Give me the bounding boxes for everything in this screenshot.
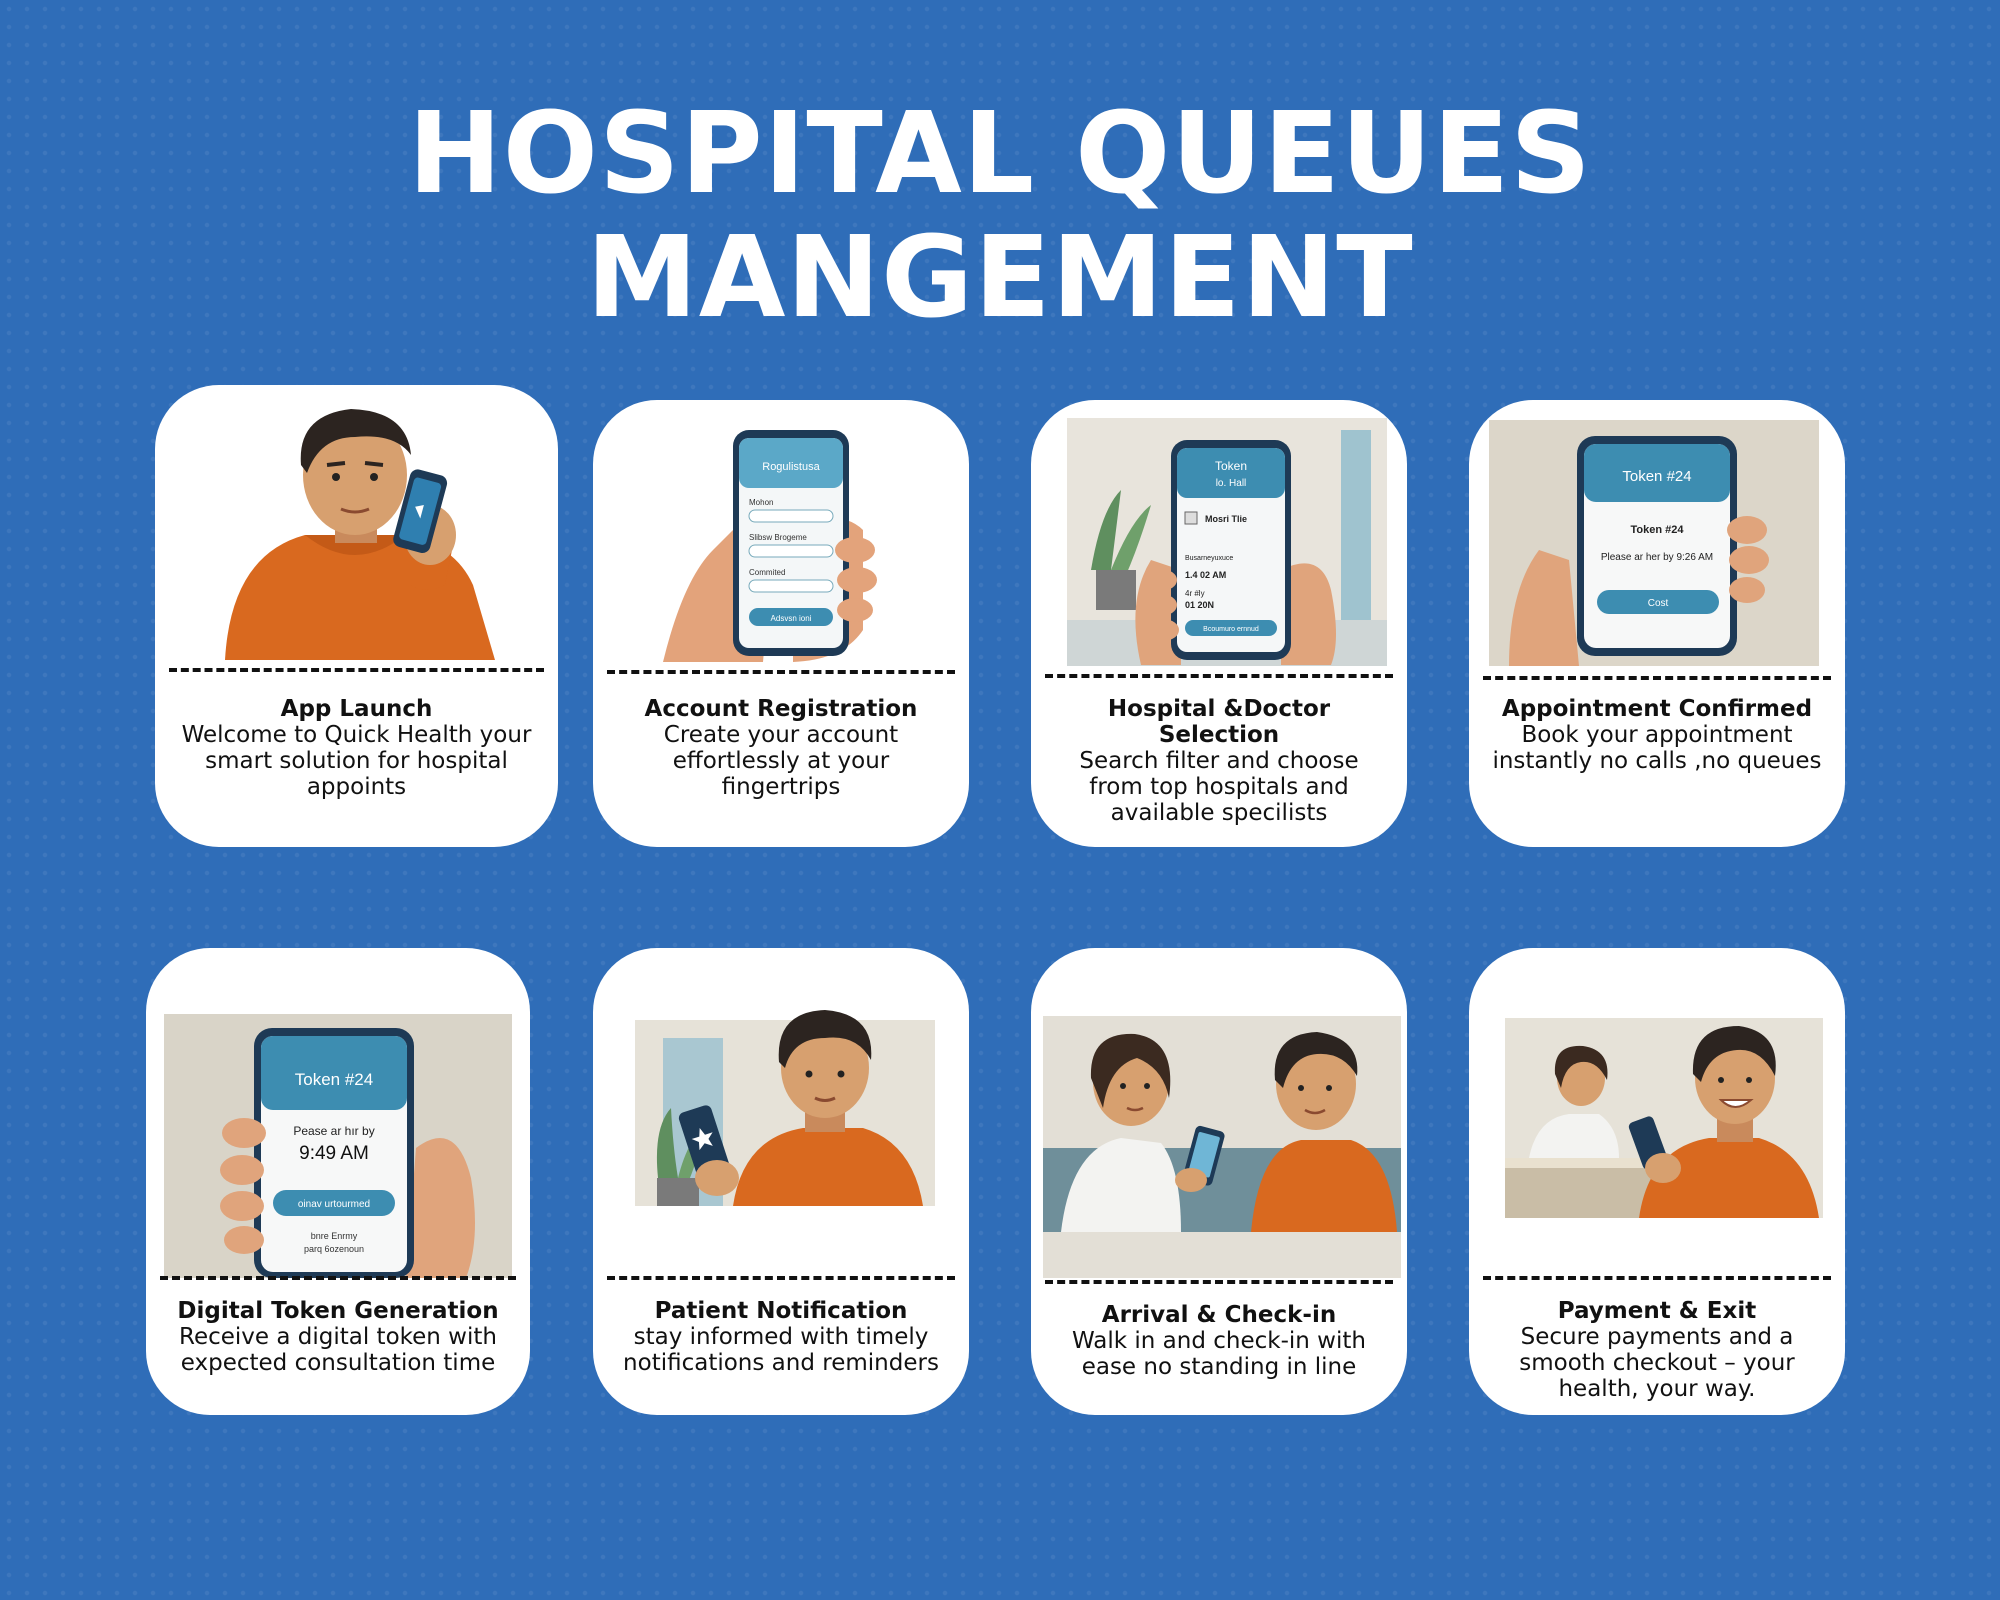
title-line-1: HOSPITAL QUEUES bbox=[408, 89, 1592, 219]
card-divider bbox=[160, 1276, 516, 1280]
card-patient-notification: Patient Notification stay informed with … bbox=[593, 948, 969, 1415]
card-title: Payment & Exit bbox=[1557, 1298, 1757, 1324]
phone-item: Busarneyuxuce bbox=[1185, 555, 1233, 562]
phone-button: Adsvsn ioni bbox=[771, 614, 812, 623]
card-title: Arrival & Check-in bbox=[1101, 1302, 1337, 1328]
card-caption: Digital Token Generation Receive a digit… bbox=[166, 1298, 510, 1376]
page-title: HOSPITAL QUEUES MANGEMENT bbox=[0, 92, 2000, 340]
card-description: Secure payments and a smooth checkout – … bbox=[1519, 1324, 1795, 1402]
phone-footer: parq 6ozenoun bbox=[304, 1244, 364, 1254]
card-divider bbox=[607, 670, 955, 674]
phone-footer: bnre Enrmy bbox=[311, 1231, 358, 1241]
phone-item: 4r #ly bbox=[1185, 589, 1205, 598]
card-description: Walk in and check-in with ease no standi… bbox=[1072, 1328, 1366, 1380]
card-caption: Patient Notification stay informed with … bbox=[613, 1298, 949, 1376]
card-title: Hospital &Doctor Selection bbox=[1107, 696, 1331, 748]
hands-holding-phone-selection-illustration: Token lo. Hall Mosri Tlie Busarneyuxuce … bbox=[1031, 400, 1407, 670]
card-title: Appointment Confirmed bbox=[1501, 696, 1813, 722]
phone-field-label: Mohon bbox=[749, 498, 773, 507]
card-description: Book your appointment instantly no calls… bbox=[1492, 722, 1822, 774]
card-description: Receive a digital token with expected co… bbox=[179, 1324, 497, 1376]
card-caption: Appointment Confirmed Book your appointm… bbox=[1489, 696, 1825, 774]
card-divider bbox=[169, 668, 544, 672]
hand-holding-phone-confirmed-illustration: Token #24 Token #24 Please ar her by 9:2… bbox=[1469, 400, 1845, 670]
card-payment-exit: Payment & Exit Secure payments and a smo… bbox=[1469, 948, 1845, 1415]
phone-button: oinav urtourmed bbox=[298, 1199, 370, 1210]
card-appointment-confirmed: Token #24 Token #24 Please ar her by 9:2… bbox=[1469, 400, 1845, 847]
card-arrival-check-in: Arrival & Check-in Walk in and check-in … bbox=[1031, 948, 1407, 1415]
card-title: App Launch bbox=[280, 696, 433, 722]
card-description: Welcome to Quick Health your smart solut… bbox=[181, 722, 532, 800]
phone-line: Please ar her by 9:26 AM bbox=[1601, 552, 1713, 563]
card-description: Create your account effortlessly at your… bbox=[663, 722, 899, 800]
phone-item: 1.4 02 AM bbox=[1185, 570, 1226, 580]
phone-item: 01 20N bbox=[1185, 600, 1214, 610]
card-caption: Account Registration Create your account… bbox=[613, 696, 949, 800]
phone-header: Token bbox=[1215, 459, 1247, 473]
card-title: Patient Notification bbox=[654, 1298, 908, 1324]
card-divider bbox=[1045, 1280, 1393, 1284]
card-caption: App Launch Welcome to Quick Health your … bbox=[175, 696, 538, 800]
hand-holding-phone-registration-illustration: Rogulistusa Mohon Slibsw Brogeme Commite… bbox=[593, 400, 969, 670]
card-caption: Hospital &Doctor Selection Search filter… bbox=[1051, 696, 1387, 826]
phone-header: Token #24 bbox=[1622, 468, 1691, 485]
phone-field-label: Slibsw Brogeme bbox=[749, 533, 807, 542]
phone-button: Bcoumuro ernnud bbox=[1203, 626, 1259, 633]
phone-subheader: lo. Hall bbox=[1216, 478, 1247, 489]
card-caption: Payment & Exit Secure payments and a smo… bbox=[1489, 1298, 1825, 1402]
phone-item: Mosri Tlie bbox=[1205, 514, 1247, 524]
card-app-launch: App Launch Welcome to Quick Health your … bbox=[155, 385, 558, 847]
card-divider bbox=[1483, 1276, 1831, 1280]
card-title: Digital Token Generation bbox=[177, 1298, 499, 1324]
phone-button: Cost bbox=[1648, 598, 1669, 609]
card-title: Account Registration bbox=[644, 696, 918, 722]
doctor-and-patient-checkin-illustration bbox=[1031, 948, 1407, 1278]
patient-paying-at-desk-illustration bbox=[1469, 948, 1845, 1278]
card-divider bbox=[1483, 676, 1831, 680]
phone-header: Token #24 bbox=[295, 1070, 373, 1089]
person-with-phone-illustration bbox=[155, 385, 558, 660]
card-description: Search filter and choose from top hospit… bbox=[1079, 748, 1359, 826]
title-line-2: MANGEMENT bbox=[586, 213, 1414, 343]
card-divider bbox=[607, 1276, 955, 1280]
card-account-registration: Rogulistusa Mohon Slibsw Brogeme Commite… bbox=[593, 400, 969, 847]
phone-line: Pease ar hır by bbox=[293, 1124, 374, 1138]
card-hospital-doctor-selection: Token lo. Hall Mosri Tlie Busarneyuxuce … bbox=[1031, 400, 1407, 847]
card-caption: Arrival & Check-in Walk in and check-in … bbox=[1051, 1302, 1387, 1380]
phone-header: Rogulistusa bbox=[762, 461, 820, 473]
card-divider bbox=[1045, 674, 1393, 678]
phone-field-label: Commited bbox=[749, 568, 785, 577]
hand-holding-phone-token-illustration: Token #24 Pease ar hır by 9:49 AM oinav … bbox=[146, 948, 530, 1278]
card-digital-token-generation: Token #24 Pease ar hır by 9:49 AM oinav … bbox=[146, 948, 530, 1415]
person-reading-notification-illustration bbox=[593, 948, 969, 1278]
card-description: stay informed with timely notifications … bbox=[623, 1324, 939, 1376]
phone-time: 9:49 AM bbox=[299, 1143, 369, 1164]
phone-token: Token #24 bbox=[1631, 524, 1685, 536]
